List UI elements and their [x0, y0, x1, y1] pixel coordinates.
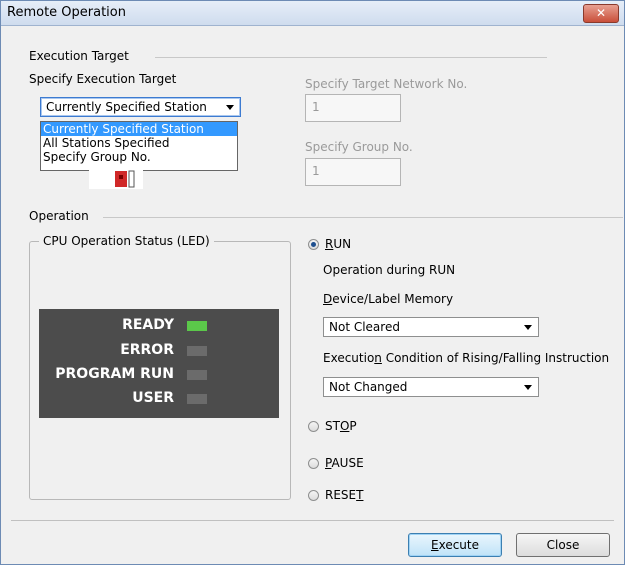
led-error-label: ERROR: [120, 342, 174, 358]
led-ready-indicator: [187, 321, 207, 331]
run-radio[interactable]: [308, 239, 319, 250]
specify-execution-target-label: Specify Execution Target: [29, 72, 177, 86]
reset-radio[interactable]: [308, 490, 319, 501]
target-network-label: Specify Target Network No.: [305, 77, 468, 91]
execution-target-combo[interactable]: Currently Specified Station: [40, 97, 241, 117]
stop-radio[interactable]: [308, 421, 319, 432]
operation-during-run-label: Operation during RUN: [323, 263, 456, 277]
window-title: Remote Operation: [7, 5, 126, 20]
execution-target-group-label: Execution Target: [29, 49, 129, 63]
execution-condition-value: Not Changed: [329, 380, 408, 394]
execution-target-divider: [155, 57, 547, 58]
bottom-divider: [11, 520, 614, 521]
option-all-stations-specified[interactable]: All Stations Specified: [41, 136, 237, 150]
chevron-down-icon: [524, 325, 532, 330]
operation-group-label: Operation: [29, 209, 89, 223]
plc-station-icon: [89, 169, 143, 189]
led-user-label: USER: [132, 390, 174, 406]
device-label-memory-value: Not Cleared: [329, 320, 400, 334]
execution-condition-combo[interactable]: Not Changed: [323, 377, 539, 397]
chevron-down-icon: [524, 385, 532, 390]
title-bar: Remote Operation ✕: [1, 1, 624, 26]
led-program-run-label: PROGRAM RUN: [55, 366, 174, 382]
close-button[interactable]: Close: [516, 533, 610, 557]
device-label-memory-label: Device/Label Memory: [323, 292, 454, 306]
execution-target-selected: Currently Specified Station: [46, 100, 207, 114]
led-program-run-indicator: [187, 370, 207, 380]
execute-button[interactable]: Execute: [408, 533, 502, 557]
led-user-indicator: [187, 394, 207, 404]
group-no-label: Specify Group No.: [305, 140, 413, 154]
option-currently-specified-station[interactable]: Currently Specified Station: [41, 122, 237, 136]
option-specify-group-no[interactable]: Specify Group No.: [41, 150, 237, 164]
close-icon[interactable]: ✕: [583, 4, 619, 23]
run-radio-label[interactable]: RUN: [325, 237, 351, 251]
cpu-status-label: CPU Operation Status (LED): [39, 234, 214, 248]
led-error-indicator: [187, 346, 207, 356]
stop-radio-label[interactable]: STOP: [325, 419, 357, 433]
led-panel: READY ERROR PROGRAM RUN USER: [39, 309, 279, 418]
target-network-input[interactable]: 1: [305, 94, 401, 122]
reset-radio-label[interactable]: RESET: [325, 488, 363, 502]
pause-radio-label[interactable]: PAUSE: [325, 456, 364, 470]
led-ready-label: READY: [122, 317, 174, 333]
remote-operation-dialog: Remote Operation ✕ Execution Target Spec…: [0, 0, 625, 565]
chevron-down-icon: [226, 105, 234, 110]
group-no-input[interactable]: 1: [305, 158, 401, 186]
operation-divider: [103, 217, 623, 218]
pause-radio[interactable]: [308, 458, 319, 469]
execution-condition-label: Execution Condition of Rising/Falling In…: [323, 351, 610, 365]
device-label-memory-combo[interactable]: Not Cleared: [323, 317, 539, 337]
execution-target-dropdown-list: Currently Specified Station All Stations…: [40, 121, 238, 171]
